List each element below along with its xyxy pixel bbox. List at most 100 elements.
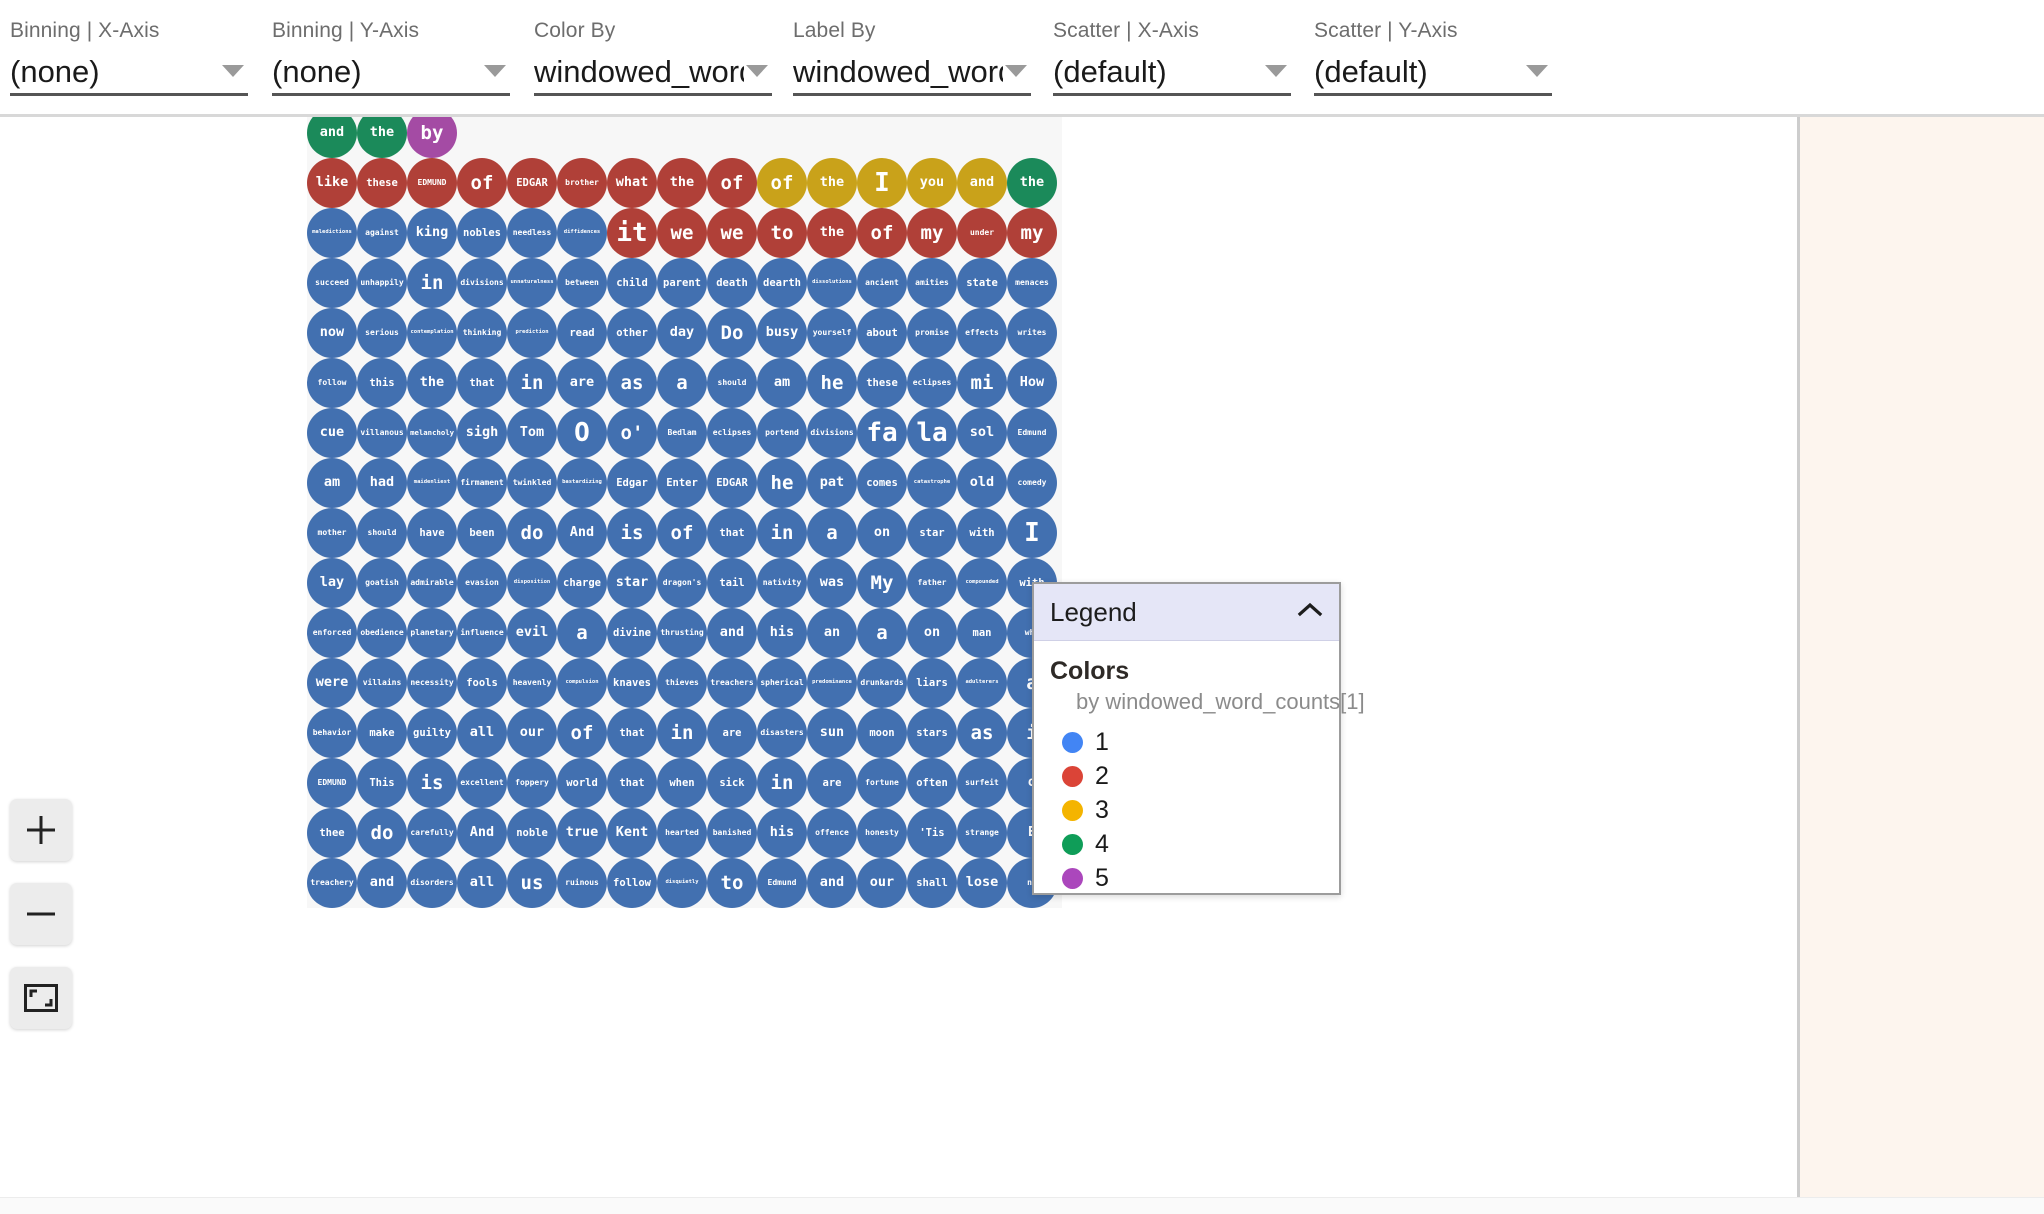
scatter-y-axis-control[interactable]: (default) [1314,50,1552,96]
bubble[interactable]: am [757,358,807,408]
bubble[interactable]: been [457,508,507,558]
bubble[interactable]: of [757,158,807,208]
bubble[interactable]: in [657,708,707,758]
chevron-down-icon[interactable] [1265,64,1287,77]
bubble[interactable]: other [607,308,657,358]
select-label-by[interactable]: Label By windowed_word_c [793,0,1031,117]
bubble[interactable]: is [407,758,457,808]
bubble[interactable]: dissolutions [807,258,857,308]
bubble[interactable]: excellent [457,758,507,808]
bubble[interactable]: unnaturalness [507,258,557,308]
bubble[interactable]: twinkled [507,458,557,508]
bubble[interactable]: my [1007,208,1057,258]
bubble[interactable]: ruinous [557,858,607,908]
bubble[interactable]: our [507,708,557,758]
bubble[interactable]: as [957,708,1007,758]
bubble[interactable]: nativity [757,558,807,608]
bubble[interactable]: yourself [807,308,857,358]
bubble[interactable]: and [957,158,1007,208]
bubble[interactable]: EDGAR [507,158,557,208]
bubble[interactable]: against [357,208,407,258]
bubble[interactable]: to [707,858,757,908]
bubble[interactable]: EDMUND [407,158,457,208]
bubble[interactable]: the [407,358,457,408]
bubble[interactable]: were [307,658,357,708]
bubble[interactable]: This [357,758,407,808]
bubble[interactable]: often [907,758,957,808]
bubble[interactable]: true [557,808,607,858]
bubble[interactable]: man [957,608,1007,658]
bubble[interactable]: to [757,208,807,258]
scatter-x-axis-control[interactable]: (default) [1053,50,1291,96]
bubble[interactable]: in [757,508,807,558]
bubble[interactable]: dearth [757,258,807,308]
bubble[interactable]: sun [807,708,857,758]
bubble[interactable]: the [657,158,707,208]
legend-item[interactable]: 5 [1062,861,1339,895]
bubble[interactable]: he [757,458,807,508]
select-color-by[interactable]: Color By windowed_word_c [534,0,772,117]
bubble[interactable]: influence [457,608,507,658]
bubble[interactable]: hearted [657,808,707,858]
bubble[interactable]: our [857,858,907,908]
bubble[interactable]: with [957,508,1007,558]
bubble[interactable]: under [957,208,1007,258]
bubble[interactable]: divisions [457,258,507,308]
bubble[interactable]: catastrophe [907,458,957,508]
bubble[interactable]: EDMUND [307,758,357,808]
bubble[interactable]: parent [657,258,707,308]
bubble[interactable]: in [407,258,457,308]
bubble[interactable]: thieves [657,658,707,708]
bubble[interactable]: villains [357,658,407,708]
bubble[interactable]: maledictions [307,208,357,258]
bubble[interactable]: dragon's [657,558,707,608]
bubble[interactable]: villanous [357,408,407,458]
bubble[interactable]: what [607,158,657,208]
bubble[interactable]: adulterers [957,658,1007,708]
bubble[interactable]: writes [1007,308,1057,358]
bubble[interactable]: is [607,508,657,558]
bubble[interactable]: his [757,808,807,858]
bubble[interactable]: succeed [307,258,357,308]
zoom-out-button[interactable] [10,883,72,945]
bubble[interactable]: the [357,117,407,158]
chevron-down-icon[interactable] [1005,64,1027,77]
bubble[interactable]: old [957,458,1007,508]
bubble[interactable]: disposition [507,558,557,608]
bubble[interactable]: prediction [507,308,557,358]
select-binning-x-axis[interactable]: Binning | X-Axis (none) [10,0,248,117]
bubble[interactable]: and [807,858,857,908]
legend-item[interactable]: 3 [1062,793,1339,827]
bubble[interactable]: comedy [1007,458,1057,508]
binning-y-axis-control[interactable]: (none) [272,50,510,96]
bubble[interactable]: these [857,358,907,408]
bubble[interactable]: sick [707,758,757,808]
bubble[interactable]: la [907,408,957,458]
bubble[interactable]: amities [907,258,957,308]
bubble[interactable]: of [457,158,507,208]
fit-to-screen-button[interactable] [10,967,72,1029]
bubble[interactable]: Tom [507,408,557,458]
bubble[interactable]: the [1007,158,1057,208]
bubble[interactable]: should [357,508,407,558]
bubble[interactable]: it [607,208,657,258]
bubble[interactable]: o' [607,408,657,458]
select-binning-y-axis[interactable]: Binning | Y-Axis (none) [272,0,510,117]
bubble[interactable]: spherical [757,658,807,708]
bubble[interactable]: on [907,608,957,658]
bubble[interactable]: thinking [457,308,507,358]
bubble[interactable]: How [1007,358,1057,408]
bubble[interactable]: divine [607,608,657,658]
bubble[interactable]: his [757,608,807,658]
bubble[interactable]: you [907,158,957,208]
bubble[interactable]: busy [757,308,807,358]
bubble[interactable]: bastardizing [557,458,607,508]
bubble[interactable]: these [357,158,407,208]
select-scatter-x-axis[interactable]: Scatter | X-Axis (default) [1053,0,1291,117]
bubble[interactable]: are [807,758,857,808]
bubble[interactable]: Bedlam [657,408,707,458]
legend-item[interactable]: 1 [1062,725,1339,759]
bubble[interactable]: a [807,508,857,558]
bubble[interactable]: compulsion [557,658,607,708]
bubble[interactable]: star [607,558,657,608]
